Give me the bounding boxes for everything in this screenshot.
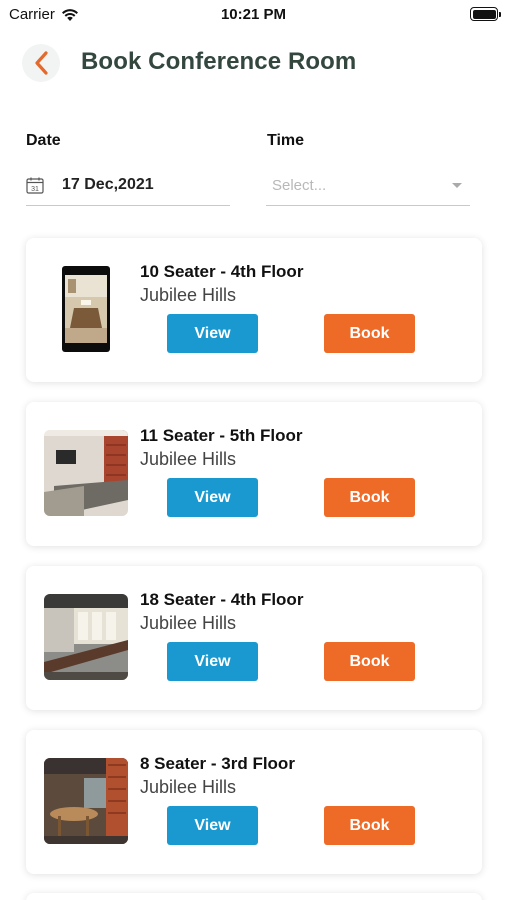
calendar-icon: 31 — [26, 177, 44, 194]
room-name: 18 Seater - 4th Floor — [140, 590, 304, 609]
chevron-left-icon — [35, 51, 48, 75]
view-button[interactable]: View — [167, 478, 258, 517]
time-placeholder: Select... — [272, 176, 327, 194]
room-name: 10 Seater - 4th Floor — [140, 262, 304, 281]
calendar-icon-day: 31 — [31, 186, 39, 193]
status-bar: Carrier 10:21 PM — [0, 0, 507, 30]
room-card: 18 Seater - 4th Floor Jubilee Hills View… — [26, 566, 482, 710]
room-location: Jubilee Hills — [140, 777, 237, 797]
chevron-down-icon — [452, 182, 462, 188]
battery-icon — [470, 7, 501, 21]
book-button[interactable]: Book — [324, 806, 415, 845]
room-image — [44, 266, 128, 352]
room-card — [26, 893, 482, 900]
view-button[interactable]: View — [167, 642, 258, 681]
room-card: 11 Seater - 5th Floor Jubilee Hills View… — [26, 402, 482, 546]
date-value: 17 Dec,2021 — [62, 176, 154, 193]
room-image — [44, 430, 128, 516]
room-image — [44, 594, 128, 680]
view-button[interactable]: View — [167, 806, 258, 845]
room-location: Jubilee Hills — [140, 613, 237, 633]
room-card: 10 Seater - 4th Floor Jubilee Hills View… — [26, 238, 482, 382]
time-label: Time — [267, 132, 305, 149]
view-button[interactable]: View — [167, 314, 258, 353]
room-name: 11 Seater - 5th Floor — [140, 426, 303, 445]
time-select[interactable]: Select... — [266, 165, 470, 206]
room-location: Jubilee Hills — [140, 285, 237, 305]
room-image — [44, 758, 128, 844]
date-label: Date — [26, 132, 61, 149]
room-location: Jubilee Hills — [140, 449, 237, 469]
book-button[interactable]: Book — [324, 314, 415, 353]
status-time: 10:21 PM — [220, 6, 287, 23]
book-button[interactable]: Book — [324, 478, 415, 517]
back-button[interactable] — [22, 44, 60, 82]
book-button[interactable]: Book — [324, 642, 415, 681]
page-title: Book Conference Room — [81, 48, 357, 75]
room-name: 8 Seater - 3rd Floor — [140, 754, 295, 773]
room-card: 8 Seater - 3rd Floor Jubilee Hills View … — [26, 730, 482, 874]
date-field[interactable]: 31 17 Dec,2021 — [26, 165, 230, 206]
